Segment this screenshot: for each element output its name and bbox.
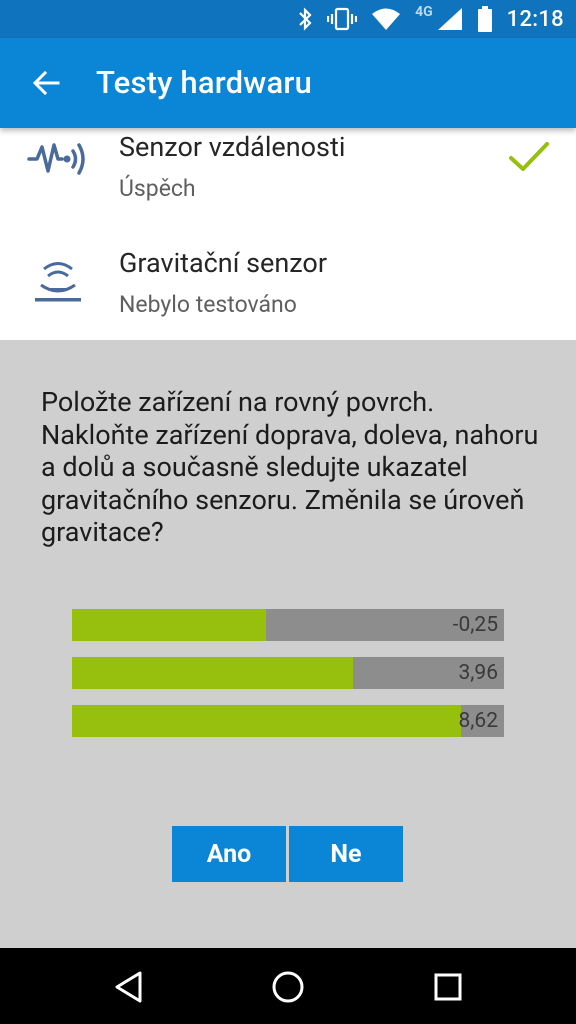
instructions-text: Položte zařízení na rovný povrch. Nakloň… [41, 386, 539, 548]
test-status: Nebylo testováno [119, 291, 297, 318]
gravity-sensor-icon [26, 249, 90, 313]
proximity-sensor-icon [26, 126, 90, 190]
clock: 12:18 [506, 6, 564, 32]
gravity-test-dialog: Položte zařízení na rovný povrch. Nakloň… [0, 340, 576, 948]
gravity-bar-x: -0,25 [72, 609, 504, 641]
test-list: Senzor vzdálenosti Úspěch Gravitační sen… [0, 128, 576, 340]
network-type-label: 4G [415, 4, 433, 20]
page-title: Testy hardwaru [96, 64, 313, 101]
check-icon [509, 142, 549, 171]
gravity-value: 3,96 [458, 661, 498, 685]
gravity-value: -0,25 [452, 613, 498, 637]
signal-icon [437, 8, 462, 30]
yes-button[interactable]: Ano [172, 826, 286, 882]
battery-icon [477, 6, 492, 32]
gravity-bar-fill [72, 609, 267, 641]
back-button[interactable] [26, 63, 66, 103]
gravity-bar-fill [72, 705, 461, 737]
app-bar: Testy hardwaru [0, 38, 576, 128]
vibrate-icon [327, 7, 358, 31]
bluetooth-icon [299, 7, 312, 31]
recents-square-icon[interactable] [431, 970, 465, 1004]
list-item-gravity-sensor[interactable]: Gravitační senzor Nebylo testováno [0, 232, 576, 348]
test-status: Úspěch [119, 175, 196, 202]
arrow-left-icon [32, 71, 60, 95]
back-triangle-icon[interactable] [112, 970, 146, 1004]
list-item-proximity-sensor[interactable]: Senzor vzdálenosti Úspěch [0, 116, 576, 232]
home-circle-icon[interactable] [271, 970, 305, 1004]
gravity-value: 8,62 [458, 709, 498, 733]
gravity-bar-fill [72, 657, 353, 689]
status-bar: 4G 12:18 [0, 0, 576, 38]
gravity-bar-y: 3,96 [72, 657, 504, 689]
navigation-bar [0, 948, 576, 1024]
test-title: Senzor vzdálenosti [119, 131, 346, 163]
test-title: Gravitační senzor [119, 247, 327, 279]
gravity-bar-z: 8,62 [72, 705, 504, 737]
no-button[interactable]: Ne [289, 826, 403, 882]
wifi-icon [372, 8, 401, 30]
